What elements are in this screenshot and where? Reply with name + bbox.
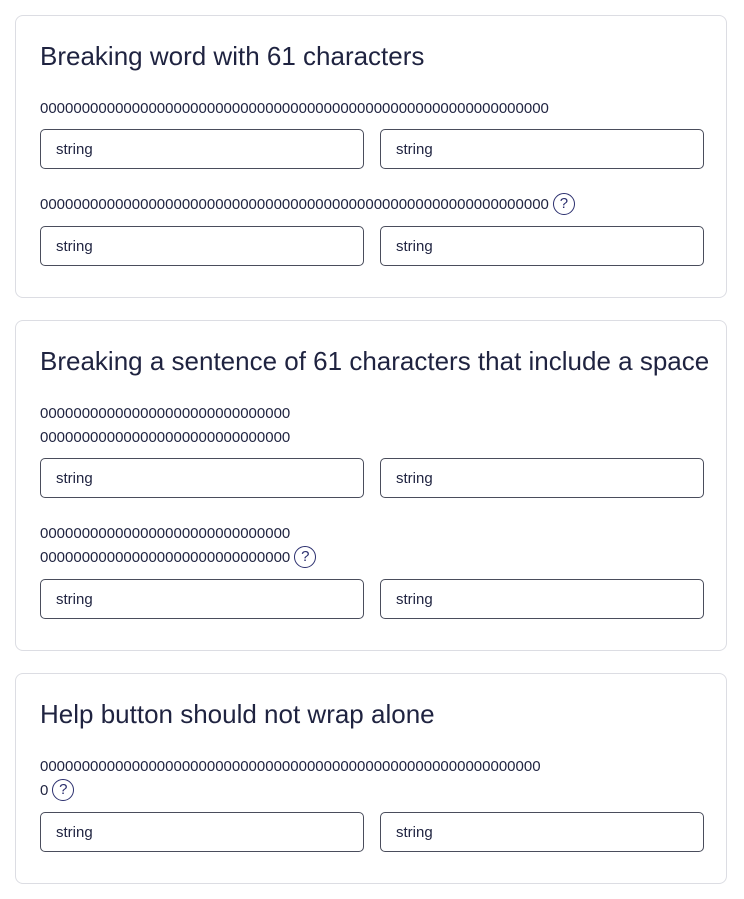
field-label-line: 0 bbox=[40, 782, 49, 799]
text-input-left[interactable] bbox=[40, 226, 364, 266]
text-input-right[interactable] bbox=[380, 226, 704, 266]
field-label-line: 000000000000000000000000000000 bbox=[40, 405, 291, 422]
help-icon[interactable]: ? bbox=[552, 193, 575, 216]
section-card-2: Breaking a sentence of 61 characters tha… bbox=[15, 320, 727, 651]
section-card-1: Breaking word with 61 characters 0000000… bbox=[15, 15, 727, 298]
section-title: Help button should not wrap alone bbox=[40, 699, 435, 729]
text-input-right[interactable] bbox=[380, 812, 704, 852]
text-input-right[interactable] bbox=[380, 579, 704, 619]
text-input-left[interactable] bbox=[40, 458, 364, 498]
section-title: Breaking word with 61 characters bbox=[40, 41, 425, 71]
section-title: Breaking a sentence of 61 characters tha… bbox=[40, 346, 710, 376]
field-label-text: 0000000000000000000000000000000000000000… bbox=[40, 196, 549, 213]
text-input-left[interactable] bbox=[40, 579, 364, 619]
field-label-line: 000000000000000000000000000000 bbox=[40, 429, 291, 446]
field-label-line: 000000000000000000000000000000 bbox=[40, 549, 291, 566]
field-label: 0000000000000000000000000000000000000000… bbox=[40, 193, 575, 217]
field-label: 000000000000000000000000000000 000000000… bbox=[40, 522, 317, 570]
help-icon[interactable]: ? bbox=[52, 779, 75, 802]
field-label-line: 0000000000000000000000000000000000000000… bbox=[40, 758, 541, 775]
field-label-text: 0000000000000000000000000000000000000000… bbox=[40, 100, 549, 117]
field-label: 0000000000000000000000000000000000000000… bbox=[40, 755, 541, 803]
section-card-3: Help button should not wrap alone 000000… bbox=[15, 673, 727, 884]
text-input-right[interactable] bbox=[380, 129, 704, 169]
help-icon[interactable]: ? bbox=[294, 546, 317, 569]
text-input-right[interactable] bbox=[380, 458, 704, 498]
text-input-left[interactable] bbox=[40, 129, 364, 169]
field-label: 0000000000000000000000000000000000000000… bbox=[40, 97, 549, 121]
field-label: 000000000000000000000000000000 000000000… bbox=[40, 402, 290, 450]
field-label-line: 000000000000000000000000000000 bbox=[40, 525, 291, 542]
text-input-left[interactable] bbox=[40, 812, 364, 852]
